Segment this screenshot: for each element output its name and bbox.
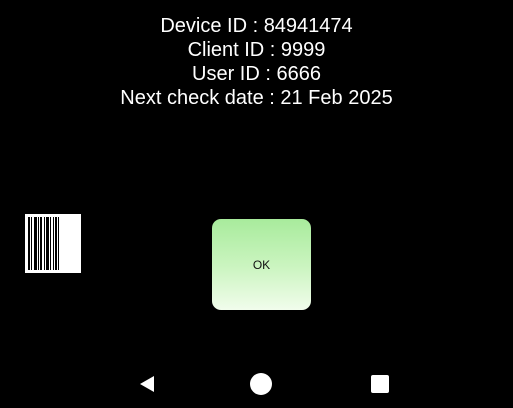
back-button[interactable] (134, 371, 160, 397)
device-id-text: Device ID : 84941474 (160, 15, 353, 37)
back-triangle-icon (140, 376, 154, 392)
client-id-text: Client ID : 9999 (187, 39, 326, 61)
navigation-bar (0, 360, 513, 408)
next-check-date-text: Next check date : 21 Feb 2025 (120, 87, 393, 109)
ok-button-label: OK (252, 257, 271, 272)
recents-square-icon (371, 375, 389, 393)
screen: Device ID : 84941474 Client ID : 9999 Us… (0, 0, 513, 408)
user-id-text: User ID : 6666 (192, 63, 321, 85)
device-info-panel: Device ID : 84941474 Client ID : 9999 Us… (0, 14, 513, 110)
home-button[interactable] (248, 371, 274, 397)
ok-button[interactable]: OK (212, 219, 311, 310)
barcode-icon[interactable] (25, 214, 81, 273)
home-circle-icon (250, 373, 272, 395)
recents-button[interactable] (367, 371, 393, 397)
barcode-stripe (59, 217, 62, 270)
